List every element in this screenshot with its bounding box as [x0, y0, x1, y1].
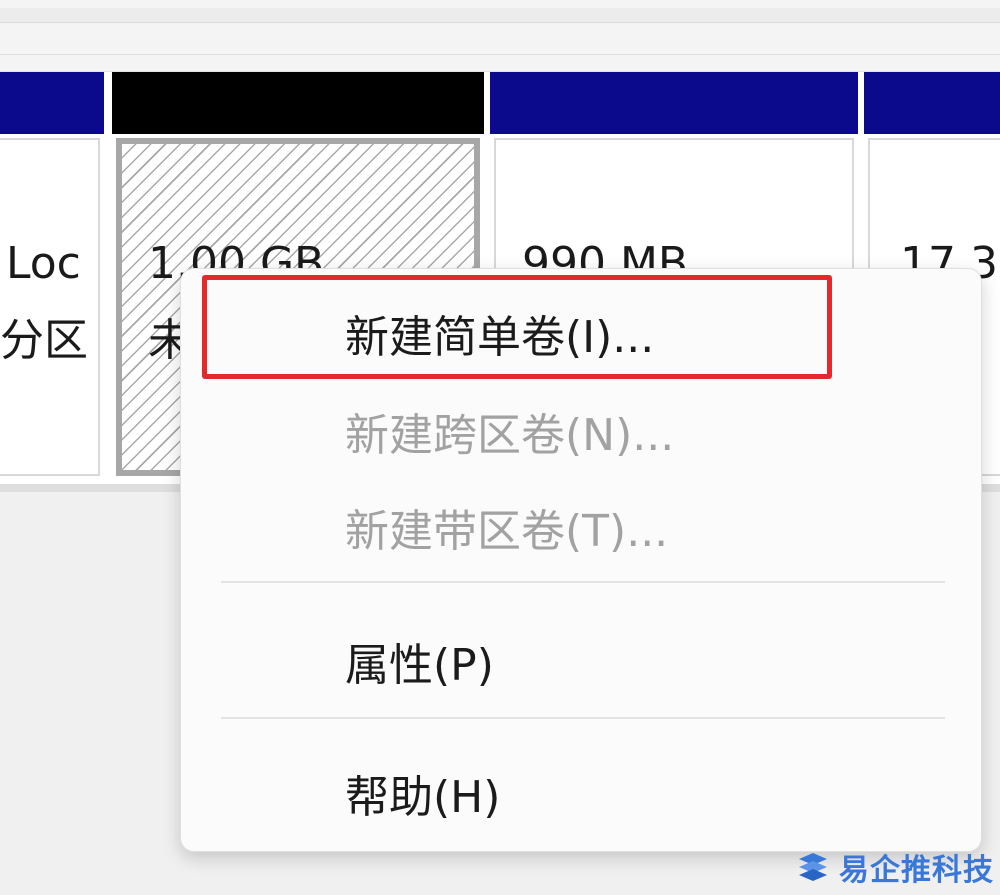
partition-size-label: Loc: [6, 238, 81, 289]
disk-management-screen: Loc 分区 1.00 GB 未 990 MB 17.3 未 新建简单卷(I).…: [0, 0, 1000, 895]
menu-item-properties[interactable]: 属性(P): [181, 613, 981, 709]
watermark-logo-icon: [799, 853, 827, 881]
menu-item-new-spanned-volume[interactable]: 新建跨区卷(N)...: [181, 383, 981, 479]
menu-separator: [221, 581, 945, 583]
menu-item-new-striped-volume[interactable]: 新建带区卷(T)...: [181, 479, 981, 575]
menu-item-help[interactable]: 帮助(H): [181, 745, 981, 841]
menu-separator: [221, 717, 945, 719]
disk-header-strip: [0, 0, 1000, 72]
partition-type-label: 分区: [0, 315, 88, 366]
partition-local[interactable]: Loc 分区: [0, 72, 104, 484]
partition-bar-primary: [490, 72, 858, 134]
context-menu: 新建简单卷(I)... 新建跨区卷(N)... 新建带区卷(T)... 属性(P…: [180, 268, 982, 852]
partition-bar-primary: [0, 72, 104, 134]
menu-item-new-simple-volume[interactable]: 新建简单卷(I)...: [181, 285, 981, 381]
partition-bar-primary: [864, 72, 1000, 134]
watermark: 易企推科技: [795, 845, 994, 889]
watermark-text: 易企推科技: [839, 853, 994, 888]
partition-bar-unallocated: [112, 72, 484, 134]
